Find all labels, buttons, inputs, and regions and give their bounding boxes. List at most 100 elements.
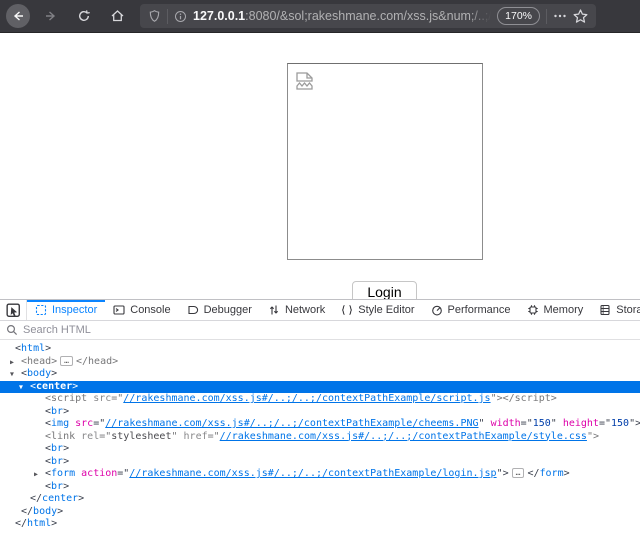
devtools-tabbar: Inspector Console DebuggerNetworkStyle Edi… — [0, 300, 640, 321]
reload-button[interactable] — [72, 4, 96, 28]
back-button[interactable] — [6, 4, 30, 28]
code-segment: head — [88, 356, 112, 367]
code-segment: =" — [208, 431, 220, 442]
code-segment: =" — [599, 418, 611, 429]
page-viewport: Login — [0, 34, 640, 299]
style-editor-icon — [341, 304, 353, 316]
code-segment: 150 — [533, 418, 551, 429]
tree-row[interactable]: <html> — [0, 343, 640, 356]
code-segment: </ — [30, 493, 42, 504]
code-segment: script — [51, 393, 87, 404]
expand-arrow[interactable]: ▶ — [34, 468, 38, 481]
code-segment: br — [51, 456, 63, 467]
code-segment: "></ — [491, 393, 515, 404]
tab-storage[interactable]: Storage — [591, 300, 640, 320]
code-segment: br — [51, 443, 63, 454]
tracking-protection-shield-icon[interactable] — [148, 9, 161, 23]
code-segment: rel — [81, 431, 99, 442]
tree-row[interactable]: <script src="//rakeshmane.com/xss.js#/..… — [0, 393, 640, 406]
tab-console[interactable]: Console — [105, 300, 178, 320]
home-button[interactable] — [105, 4, 129, 28]
tab-performance[interactable]: Performance — [423, 300, 519, 320]
code-segment: " — [171, 431, 183, 442]
code-segment: img — [51, 418, 69, 429]
code-segment: > — [51, 356, 57, 367]
tab-inspector[interactable]: Inspector — [27, 300, 105, 320]
code-segment: > — [63, 406, 69, 417]
code-segment: center — [42, 493, 78, 504]
url-text[interactable]: 127.0.0.1:8080/&sol;rakeshmane.com/xss.j… — [193, 9, 491, 23]
attribute-link[interactable]: //rakeshmane.com/xss.js#/..;/..;/context… — [129, 468, 496, 479]
tree-row[interactable]: ▼<center> — [0, 381, 640, 394]
tree-row[interactable]: <img src="//rakeshmane.com/xss.js#/..;/.… — [0, 418, 640, 431]
code-segment: br — [51, 481, 63, 492]
code-segment: > — [564, 468, 570, 479]
ellipsis-badge[interactable]: … — [60, 356, 73, 366]
tree-row[interactable]: <link rel="stylesheet" href="//rakeshman… — [0, 431, 640, 444]
urlbar-separator — [546, 9, 547, 24]
code-segment: =" — [117, 468, 129, 479]
attribute-link[interactable]: //rakeshmane.com/xss.js#/..;/..;/context… — [123, 393, 490, 404]
tree-row[interactable]: ▶<head>…</head> — [0, 356, 640, 369]
html-search-bar — [0, 321, 640, 340]
expand-arrow[interactable]: ▶ — [10, 356, 14, 369]
storage-icon — [599, 304, 611, 316]
code-segment: br — [51, 406, 63, 417]
url-bar[interactable]: 127.0.0.1:8080/&sol;rakeshmane.com/xss.j… — [140, 4, 596, 28]
code-segment: "> — [497, 468, 509, 479]
code-segment: stylesheet — [111, 431, 171, 442]
code-segment: =" — [521, 418, 533, 429]
site-info-icon[interactable] — [174, 10, 187, 23]
tab-style-editor[interactable]: Style Editor — [333, 300, 422, 320]
network-icon — [268, 304, 280, 316]
attribute-link[interactable]: //rakeshmane.com/xss.js#/..;/..;/context… — [105, 418, 478, 429]
node-picker-icon — [6, 303, 21, 318]
console-icon — [113, 304, 125, 316]
tab-label: Inspector — [52, 304, 97, 316]
tree-row[interactable]: ▼<body> — [0, 368, 640, 381]
expand-arrow[interactable]: ▼ — [10, 368, 14, 381]
forward-button[interactable] — [39, 4, 63, 28]
code-segment: html — [27, 518, 51, 529]
node-picker-button[interactable] — [0, 300, 27, 320]
tree-row[interactable]: <br> — [0, 443, 640, 456]
code-segment: link — [51, 431, 75, 442]
page-actions-icon[interactable] — [553, 13, 567, 19]
code-segment: center — [36, 381, 72, 392]
tree-row[interactable]: </center> — [0, 493, 640, 506]
tree-row[interactable]: ▶<form action="//rakeshmane.com/xss.js#/… — [0, 468, 640, 481]
tab-label: Performance — [448, 304, 511, 316]
browser-toolbar: 127.0.0.1:8080/&sol;rakeshmane.com/xss.j… — [0, 0, 640, 33]
performance-icon — [431, 304, 443, 316]
zoom-level-badge[interactable]: 170% — [497, 7, 540, 25]
tree-row[interactable]: </html> — [0, 518, 640, 531]
tree-row[interactable]: <br> — [0, 456, 640, 469]
tab-debugger[interactable]: Debugger — [179, 300, 260, 320]
code-segment: body — [27, 368, 51, 379]
code-segment: " — [551, 418, 563, 429]
tab-label: Console — [130, 304, 170, 316]
tab-network[interactable]: Network — [260, 300, 333, 320]
tree-row[interactable]: <br> — [0, 406, 640, 419]
ellipsis-badge[interactable]: … — [512, 468, 525, 478]
login-button[interactable]: Login — [352, 281, 417, 299]
code-segment: > — [63, 456, 69, 467]
back-arrow-icon — [11, 9, 25, 23]
reload-icon — [77, 9, 91, 23]
code-segment: script — [515, 393, 551, 404]
code-segment: > — [72, 381, 78, 392]
code-segment: 150 — [611, 418, 629, 429]
tree-row[interactable]: </body> — [0, 506, 640, 519]
code-segment: width — [491, 418, 521, 429]
markup-tree: <html>▶<head>…</head>▼<body>▼<center><sc… — [0, 342, 640, 558]
code-segment: > — [78, 493, 84, 504]
attribute-link[interactable]: //rakeshmane.com/xss.js#/..;/..;/context… — [220, 431, 587, 442]
tab-memory[interactable]: Memory — [519, 300, 592, 320]
code-segment: body — [33, 506, 57, 517]
bookmark-star-icon[interactable] — [573, 9, 588, 24]
tree-row[interactable]: <br> — [0, 481, 640, 494]
url-host: 127.0.0.1 — [193, 9, 245, 23]
search-html-input[interactable] — [23, 324, 634, 336]
code-segment: > — [551, 393, 557, 404]
expand-arrow[interactable]: ▼ — [19, 381, 23, 394]
